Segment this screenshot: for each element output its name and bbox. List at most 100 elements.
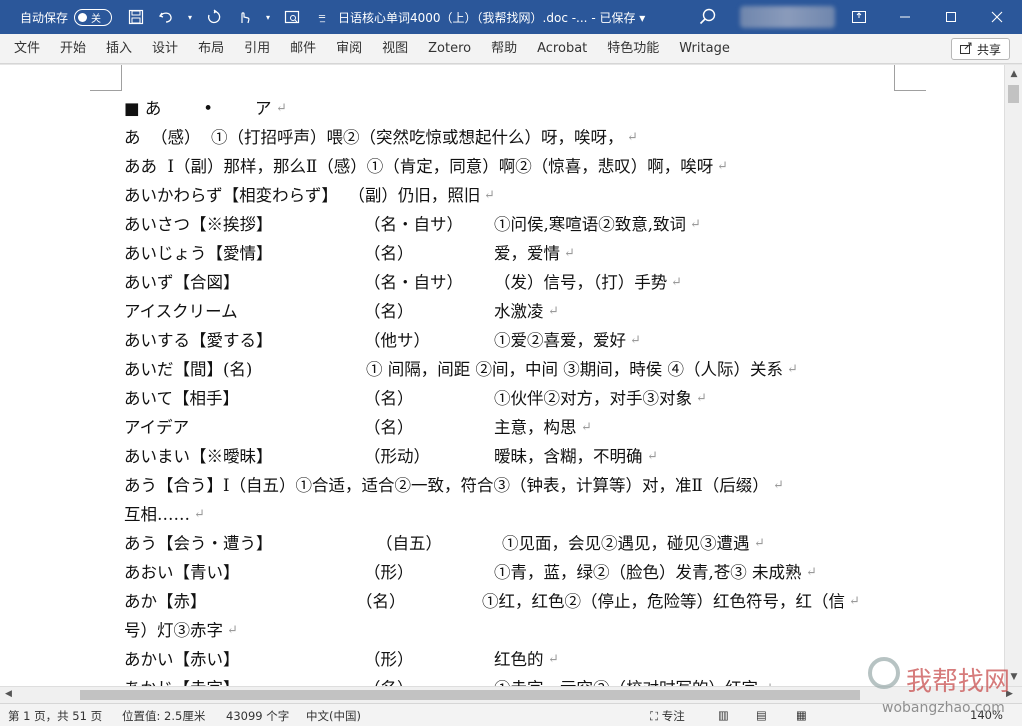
tab-view[interactable]: 视图 [372,34,418,64]
print-layout-icon[interactable]: ▤ [756,708,767,722]
scroll-up-icon[interactable]: ▲ [1009,69,1019,79]
web-layout-icon[interactable]: ▦ [796,708,807,722]
document-line[interactable]: あか【赤】 （名） ①红，红色②（停止，危险等）红色符号，红（信 ↵ [124,587,914,616]
document-line[interactable]: あいず【合図】 （名・自サ） （发）信号，（打）手势 ↵ [124,268,914,297]
search-icon[interactable] [698,7,718,27]
line-segment: ■ あ • ア [124,99,272,118]
document-area[interactable]: ■ あ • ア ↵ あ （感） ①（打招呼声）喂②（突然吃惊或想起什么）呀，唉呀， ↵… [0,65,1004,686]
undo-icon[interactable] [156,7,176,27]
save-icon[interactable] [126,7,146,27]
close-icon[interactable] [974,0,1020,34]
document-line[interactable]: あかい【赤い】 （形） 红色的 ↵ [124,645,914,674]
focus-icon: ⛶ [650,709,659,723]
line-segment: ① 间隔，间距 ②间，中间 ③期间，時侯 ④（人际）关系 [366,360,783,379]
maximize-icon[interactable] [928,0,974,34]
line-segment: （自五） [376,534,442,553]
line-segment: （名） [364,418,414,437]
tab-references[interactable]: 引用 [234,34,280,64]
position-value[interactable]: 位置值: 2.5厘米 [122,708,205,724]
line-segment: ①见面，会见②遇见，碰见③遭遇 [502,534,750,553]
ribbon-tabs: 文件 开始 插入 设计 布局 引用 邮件 审阅 视图 Zotero 帮助 Acr… [0,34,1022,64]
touch-mode-icon[interactable] [234,7,254,27]
tab-writage[interactable]: Writage [669,34,740,64]
line-segment: 互相…… [124,505,190,524]
vertical-scroll-thumb[interactable] [1008,85,1019,103]
share-label: 共享 [976,42,1001,57]
paragraph-mark-icon: ↵ [484,188,495,203]
document-line[interactable]: 互相…… ↵ [124,500,914,529]
document-line[interactable]: アイデア （名） 主意，构思 ↵ [124,413,914,442]
document-line[interactable]: あう【会う・遭う】 （自五） ①见面，会见②遇见，碰见③遭遇 ↵ [124,529,914,558]
document-line[interactable]: あいする【愛する】 （他サ） ①爱②喜爱，爱好 ↵ [124,326,914,355]
line-segment: （他サ） [364,331,430,350]
account-avatar[interactable] [740,6,835,28]
paragraph-mark-icon: ↵ [581,420,592,435]
read-mode-icon[interactable]: ▥ [718,708,729,722]
line-segment: アイデア [124,418,190,437]
paragraph-mark-icon: ↵ [227,623,238,638]
document-text[interactable]: ■ あ • ア ↵ あ （感） ①（打招呼声）喂②（突然吃惊或想起什么）呀，唉呀， ↵… [124,94,914,686]
watermark-url: wobangzhao.com [882,700,1005,716]
document-line[interactable]: あいだ【間】(名) ① 间隔，间距 ②间，中间 ③期间，時侯 ④（人际）关系 ↵ [124,355,914,384]
document-line[interactable]: あいまい【※曖昧】 （形动） 暧昧，含糊，不明确 ↵ [124,442,914,471]
tab-insert[interactable]: 插入 [96,34,142,64]
line-segment: ①问侯,寒喧语②致意,致词 [494,215,686,234]
scroll-left-icon[interactable]: ◀ [5,689,12,699]
document-line[interactable]: ■ あ • ア ↵ [124,94,914,123]
document-line[interactable]: あいさつ【※挨拶】 （名・自サ） ①问侯,寒喧语②致意,致词 ↵ [124,210,914,239]
paragraph-mark-icon: ↵ [627,130,638,145]
document-line[interactable]: ああ Ⅰ（副）那样，那么Ⅱ（感）①（肯定，同意）啊②（惊喜，悲叹）啊，唉呀 ↵ [124,152,914,181]
paragraph-mark-icon: ↵ [717,159,728,174]
document-line[interactable]: あかじ【赤字】 （名） ①赤字，亏空②（校对时写的）红字 ↵ [124,674,914,686]
focus-label: 专注 [661,709,685,723]
print-preview-icon[interactable] [282,7,302,27]
tab-acrobat[interactable]: Acrobat [527,34,597,64]
vertical-scrollbar[interactable]: ▲ ▼ [1004,65,1022,686]
document-title[interactable]: 日语核心单词4000（上）（我帮找网）.doc -... - 已保存 ▾ [338,9,645,26]
paragraph-mark-icon: ↵ [787,362,798,377]
paragraph-mark-icon: ↵ [671,275,682,290]
language[interactable]: 中文(中国) [306,708,361,724]
line-segment: ①爱②喜爱，爱好 [494,331,626,350]
paragraph-mark-icon: ↵ [806,565,817,580]
line-segment: アイスクリーム [124,302,238,321]
document-line[interactable]: あいかわらず【相変わらず】 （副）仍旧，照旧 ↵ [124,181,914,210]
document-line[interactable]: あ （感） ①（打招呼声）喂②（突然吃惊或想起什么）呀，唉呀， ↵ [124,123,914,152]
line-segment: （形动） [364,447,430,466]
tab-help[interactable]: 帮助 [481,34,527,64]
tab-zotero[interactable]: Zotero [418,34,481,64]
share-button[interactable]: 共享 [950,38,1010,60]
tab-mailings[interactable]: 邮件 [280,34,326,64]
undo-dropdown-icon[interactable]: ▾ [186,7,194,27]
word-count[interactable]: 43099 个字 [226,708,289,724]
redo-icon[interactable] [204,7,224,27]
watermark-text: 我帮找网 [906,667,1011,697]
document-line[interactable]: あおい【青い】 （形） ①青，蓝，绿②（脸色）发青,苍③ 未成熟 ↵ [124,558,914,587]
tab-design[interactable]: 设计 [142,34,188,64]
customize-qat-icon[interactable]: ═̲ [312,7,332,27]
autosave-toggle[interactable]: 关 [74,8,113,26]
line-segment: 主意，构思 [494,418,577,437]
margin-corner-mark [894,65,926,91]
document-line[interactable]: アイスクリーム （名） 水激凌 ↵ [124,297,914,326]
document-line[interactable]: あう【合う】Ⅰ（自五）①合适，适合②一致，符合③（钟表，计算等）对，准Ⅱ（后缀）… [124,471,914,500]
paragraph-mark-icon: ↵ [849,594,860,609]
minimize-icon[interactable] [882,0,928,34]
ribbon-display-options-icon[interactable] [836,0,882,34]
line-segment: あおい【青い】 [124,563,240,582]
document-page[interactable]: ■ あ • ア ↵ あ （感） ①（打招呼声）喂②（突然吃惊或想起什么）呀，唉呀， ↵… [0,65,1004,686]
document-line[interactable]: 号）灯③赤字 ↵ [124,616,914,645]
tab-layout[interactable]: 布局 [188,34,234,64]
tab-home[interactable]: 开始 [50,34,96,64]
tab-file[interactable]: 文件 [0,34,50,64]
document-line[interactable]: あいて【相手】 （名） ①伙伴②对方，对手③对象 ↵ [124,384,914,413]
document-line[interactable]: あいじょう【愛情】 （名） 爱，爱情 ↵ [124,239,914,268]
tab-review[interactable]: 审阅 [326,34,372,64]
page-count[interactable]: 第 1 页，共 51 页 [8,708,102,724]
touch-dropdown-icon[interactable]: ▾ [264,7,272,27]
tab-features[interactable]: 特色功能 [597,34,669,64]
horizontal-scroll-thumb[interactable] [80,690,860,700]
line-segment: （名） [364,389,414,408]
focus-button[interactable]: ⛶ 专注 [650,708,685,724]
autosave-control[interactable]: 自动保存 关 [20,8,113,26]
